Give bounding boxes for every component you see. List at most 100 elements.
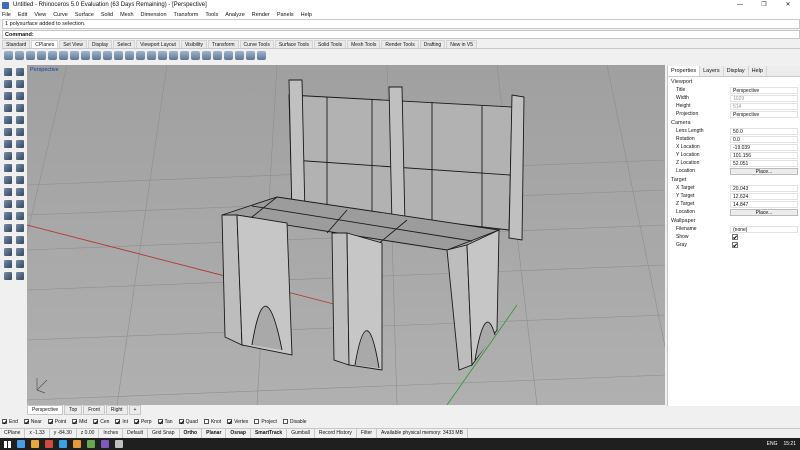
rectangle-icon[interactable] xyxy=(4,104,12,112)
check-icon[interactable] xyxy=(16,260,24,268)
sphere-icon[interactable] xyxy=(16,140,24,148)
cplane-3point-icon[interactable] xyxy=(59,50,68,60)
checkbox-icon[interactable] xyxy=(133,419,139,424)
surface-icon[interactable] xyxy=(4,128,12,136)
copy-icon[interactable] xyxy=(4,200,12,208)
checkbox-icon[interactable] xyxy=(178,419,184,424)
tab-display[interactable]: Display xyxy=(87,40,113,48)
cplane-xaxis-icon[interactable] xyxy=(224,50,233,60)
cplane-surface-icon[interactable] xyxy=(103,50,112,60)
checkbox-icon[interactable] xyxy=(93,419,99,424)
cplane-next-icon[interactable] xyxy=(147,50,156,60)
tab-viewport-layout[interactable]: Viewport Layout xyxy=(136,40,180,48)
cplane-perpendicular-icon[interactable] xyxy=(246,50,255,60)
osnap-cen[interactable]: Cen xyxy=(93,419,109,425)
cplane-elevation-icon[interactable] xyxy=(70,50,79,60)
panel-tab-display[interactable]: Display xyxy=(724,66,749,76)
osnap-int[interactable]: Int xyxy=(115,419,128,425)
cplane-options-icon[interactable] xyxy=(257,50,266,60)
menu-transform[interactable]: Transform xyxy=(174,12,199,18)
tab-render-tools[interactable]: Render Tools xyxy=(381,40,419,48)
status-cplane[interactable]: CPlane xyxy=(0,429,26,438)
cplane-yaxis-icon[interactable] xyxy=(235,50,244,60)
taskbar-app-icon[interactable] xyxy=(17,440,25,448)
checkbox-icon[interactable] xyxy=(157,419,163,424)
menu-surface[interactable]: Surface xyxy=(75,12,94,18)
checkbox-icon[interactable] xyxy=(47,419,53,424)
layer-icon[interactable] xyxy=(4,272,12,280)
cplane-redo-icon[interactable] xyxy=(202,50,211,60)
point-icon[interactable] xyxy=(16,68,24,76)
tab-transform[interactable]: Transform xyxy=(207,40,239,48)
tab-solid-tools[interactable]: Solid Tools xyxy=(314,40,347,48)
z-location-field[interactable]: 52.051 xyxy=(730,159,798,167)
maximize-button[interactable]: ❐ xyxy=(752,0,776,10)
tab-standard[interactable]: Standard xyxy=(2,40,31,48)
polygon-icon[interactable] xyxy=(16,104,24,112)
x-location-field[interactable]: -19.039 xyxy=(730,143,798,151)
language-indicator[interactable]: ENG xyxy=(767,441,778,447)
show-checkbox[interactable] xyxy=(732,234,738,240)
boolean-icon[interactable] xyxy=(16,224,24,232)
checkbox-icon[interactable] xyxy=(254,419,260,424)
checkbox-icon[interactable] xyxy=(227,419,233,424)
cplane-object-icon[interactable] xyxy=(81,50,90,60)
polyline-icon[interactable] xyxy=(4,80,12,88)
rotation-field[interactable]: 0.0 xyxy=(730,135,798,143)
scale-icon[interactable] xyxy=(4,212,12,220)
status-filter[interactable]: Filter xyxy=(357,429,378,438)
filename-field[interactable]: (none) xyxy=(730,225,798,233)
fillet-icon[interactable] xyxy=(4,164,12,172)
y-location-field[interactable]: 101.156 xyxy=(730,151,798,159)
viewport-tab-perspective[interactable]: Perspective xyxy=(27,405,64,415)
tab-drafting[interactable]: Drafting xyxy=(419,40,446,48)
properties-icon[interactable] xyxy=(16,272,24,280)
cplane-view-icon[interactable] xyxy=(114,50,123,60)
osnap-tan[interactable]: Tan xyxy=(157,419,173,425)
panel-tab-help[interactable]: Help xyxy=(749,66,767,76)
cplane-right-icon[interactable] xyxy=(26,50,35,60)
trim-icon[interactable] xyxy=(16,164,24,172)
extrude-icon[interactable] xyxy=(16,128,24,136)
checkbox-icon[interactable] xyxy=(72,419,78,424)
gray-checkbox[interactable] xyxy=(732,242,738,248)
explode-icon[interactable] xyxy=(4,188,12,196)
menu-dimension[interactable]: Dimension xyxy=(141,12,167,18)
checkbox-icon[interactable] xyxy=(203,419,209,424)
osnap-knot[interactable]: Knot xyxy=(203,419,221,425)
tab-new-in-v5[interactable]: New in V5 xyxy=(446,40,478,48)
arc-icon[interactable] xyxy=(16,92,24,100)
panel-tab-properties[interactable]: Properties xyxy=(668,66,701,76)
cylinder-icon[interactable] xyxy=(4,152,12,160)
command-line[interactable]: Command: xyxy=(2,30,800,39)
checkbox-icon[interactable] xyxy=(282,419,288,424)
curve-icon[interactable] xyxy=(16,80,24,88)
cplane-save-icon[interactable] xyxy=(180,50,189,60)
lens-length-field[interactable]: 50.0 xyxy=(730,127,798,135)
close-button[interactable]: ✕ xyxy=(776,0,800,10)
menu-solid[interactable]: Solid xyxy=(101,12,113,18)
cplane-open-icon[interactable] xyxy=(169,50,178,60)
status-planar[interactable]: Planar xyxy=(202,429,227,438)
cplane-world-icon[interactable] xyxy=(125,50,134,60)
circle-icon[interactable] xyxy=(4,92,12,100)
array-icon[interactable] xyxy=(4,224,12,232)
status-grid-snap[interactable]: Grid Snap xyxy=(148,429,180,438)
add-viewport-tab[interactable]: + xyxy=(128,405,142,415)
status-smarttrack[interactable]: SmartTrack xyxy=(251,429,288,438)
taskbar-app-icon[interactable] xyxy=(101,440,109,448)
z-target-field[interactable]: 14.847 xyxy=(730,200,798,208)
menu-panels[interactable]: Panels xyxy=(277,12,294,18)
checkbox-icon[interactable] xyxy=(115,419,121,424)
tab-cplanes[interactable]: CPlanes xyxy=(31,40,59,48)
cplane-curve-icon[interactable] xyxy=(92,50,101,60)
ellipse-icon[interactable] xyxy=(4,116,12,124)
panel-tab-layers[interactable]: Layers xyxy=(700,66,724,76)
y-target-field[interactable]: 12.624 xyxy=(730,192,798,200)
menu-help[interactable]: Help xyxy=(301,12,312,18)
menu-tools[interactable]: Tools xyxy=(205,12,218,18)
target-place-button[interactable]: Place... xyxy=(730,208,798,216)
status-units[interactable]: Inches xyxy=(99,429,124,438)
menu-file[interactable]: File xyxy=(2,12,11,18)
tab-visibility[interactable]: Visibility xyxy=(180,40,207,48)
